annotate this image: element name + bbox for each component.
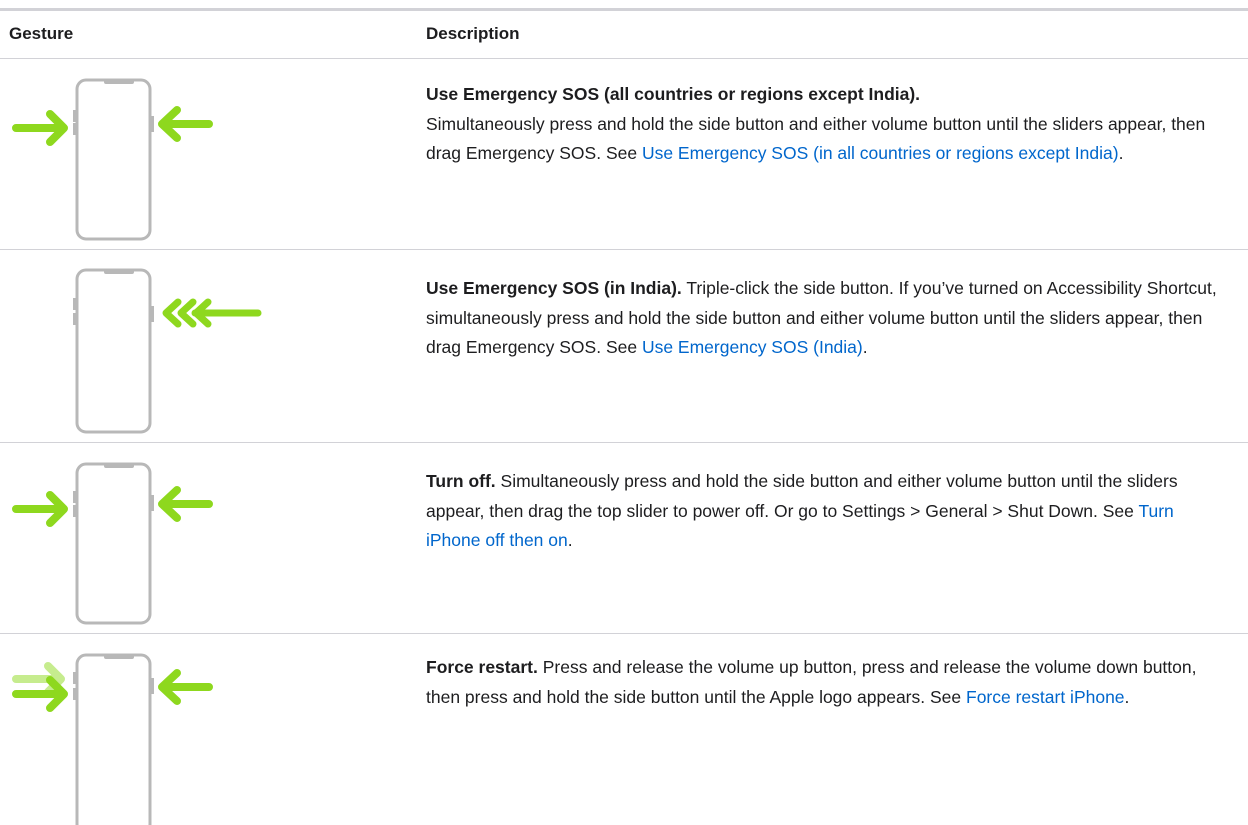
iphone-press-side-and-volume-illustration <box>0 59 400 249</box>
table-top-rule <box>0 8 1248 11</box>
column-header-gesture: Gesture <box>9 24 74 43</box>
triple-arrow-left-icon <box>162 298 262 328</box>
link-force-restart-iphone[interactable]: Force restart iPhone <box>966 687 1125 707</box>
arrow-right-icon <box>12 676 68 712</box>
row-title: Turn off. <box>426 471 496 491</box>
table-row: Turn off. Simultaneously press and hold … <box>0 443 1248 633</box>
row-end: . <box>862 337 868 357</box>
link-use-emergency-sos[interactable]: Use Emergency SOS (in all countries or r… <box>642 143 1119 163</box>
arrow-right-icon <box>12 110 68 146</box>
row-end: . <box>1118 143 1124 163</box>
row-title: Use Emergency SOS (all countries or regi… <box>426 84 921 104</box>
arrow-left-icon <box>158 106 213 142</box>
row-title: Use Emergency SOS (in India). <box>426 278 682 298</box>
row-description: Use Emergency SOS (in India). Triple-cli… <box>426 274 1226 363</box>
iphone-force-restart-illustration <box>0 634 400 825</box>
link-use-emergency-sos-india[interactable]: Use Emergency SOS (India) <box>642 337 863 357</box>
table-row: Force restart. Press and release the vol… <box>0 634 1248 825</box>
arrow-left-icon <box>158 486 213 522</box>
arrow-right-icon <box>12 491 68 527</box>
iphone-triple-click-side-illustration <box>0 250 400 442</box>
row-end: . <box>567 530 573 550</box>
row-description: Force restart. Press and release the vol… <box>426 653 1226 712</box>
table-row: Use Emergency SOS (all countries or regi… <box>0 59 1248 249</box>
iphone-press-side-and-volume-illustration <box>0 443 400 633</box>
row-end: . <box>1124 686 1130 707</box>
row-description: Turn off. Simultaneously press and hold … <box>426 467 1226 556</box>
table-header: Gesture Description <box>0 24 1248 54</box>
column-header-description: Description <box>426 24 520 43</box>
table-row: Use Emergency SOS (in India). Triple-cli… <box>0 250 1248 442</box>
arrow-left-icon <box>158 669 213 705</box>
row-text: Simultaneously press and hold the side b… <box>426 471 1178 521</box>
row-description: Use Emergency SOS (all countries or regi… <box>426 80 1226 169</box>
row-title: Force restart. <box>426 657 538 677</box>
